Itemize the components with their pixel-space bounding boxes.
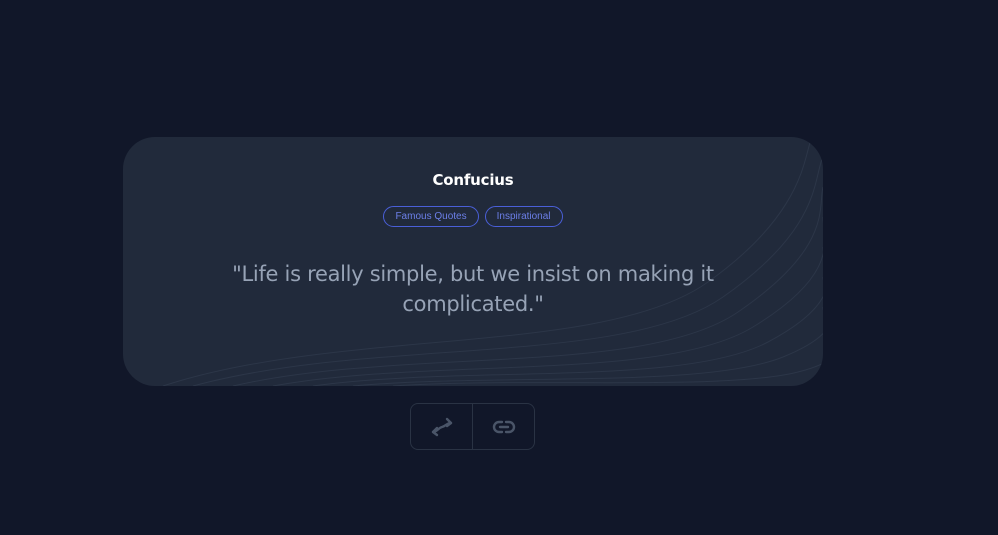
link-icon <box>492 420 515 433</box>
action-bar <box>410 403 535 450</box>
tag-inspirational[interactable]: Inspirational <box>484 206 563 227</box>
tag-list: Famous Quotes Inspirational <box>123 206 823 227</box>
tag-famous-quotes[interactable]: Famous Quotes <box>383 206 479 227</box>
copy-link-button[interactable] <box>472 404 534 449</box>
page: Confucius Famous Quotes Inspirational "L… <box>0 0 998 535</box>
shuffle-arrows-icon <box>431 417 452 436</box>
quote-author: Confucius <box>432 171 514 189</box>
quote-card: Confucius Famous Quotes Inspirational "L… <box>123 137 823 386</box>
quote-text: "Life is really simple, but we insist on… <box>232 262 714 316</box>
random-quote-button[interactable] <box>411 404 472 449</box>
